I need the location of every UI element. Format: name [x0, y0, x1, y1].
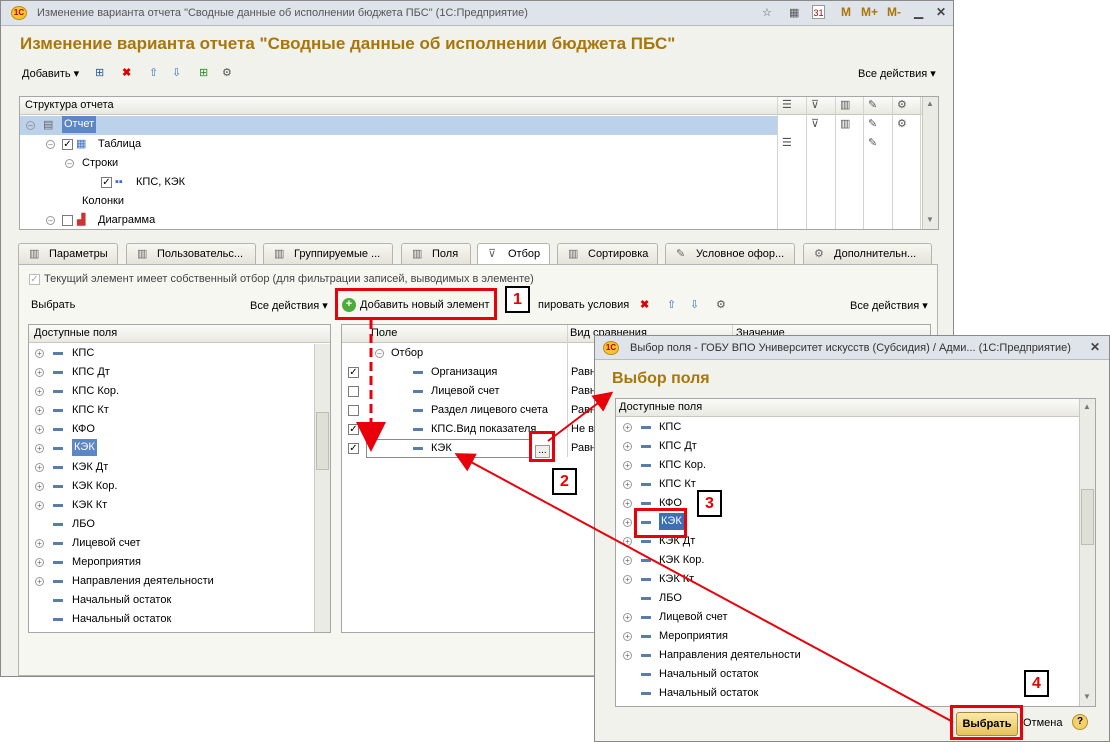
annotation-arrows	[356, 320, 954, 723]
arrow-back-to-row	[454, 453, 954, 723]
arrow-to-dialog	[547, 391, 614, 442]
